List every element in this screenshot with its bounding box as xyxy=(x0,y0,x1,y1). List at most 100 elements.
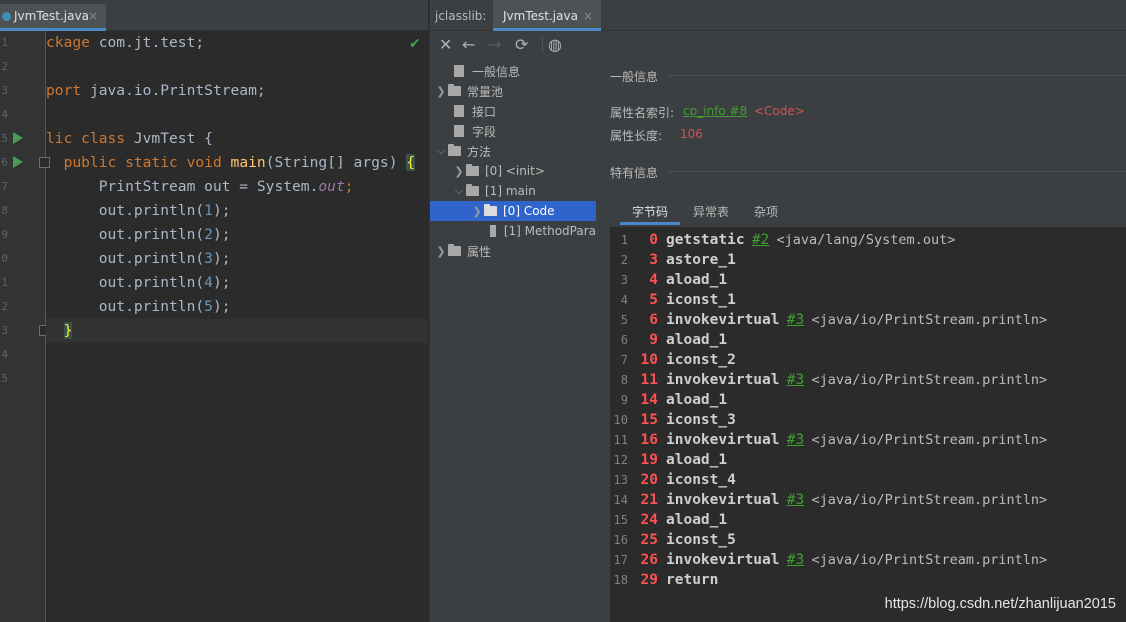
specific-info-title: 特有信息 xyxy=(610,166,659,180)
tab-bytecode[interactable]: 字节码 xyxy=(620,201,681,225)
tree-item-method-main[interactable]: ⌵ [1] main xyxy=(430,181,596,201)
tree-item-method-init[interactable]: ❯ [0] <init> xyxy=(430,161,596,181)
forward-icon[interactable]: → xyxy=(488,35,501,55)
code-line: out.println(2); xyxy=(46,226,231,243)
bytecode-line-number: 11 xyxy=(613,433,628,447)
bytecode-row: 13 20 iconst_4 xyxy=(610,470,736,490)
constant-pool-link[interactable]: #3 xyxy=(787,372,804,388)
file-icon xyxy=(490,225,496,237)
bytecode-listing[interactable]: 1 0 getstatic #2 <java/lang/System.out> 2 3 a… xyxy=(610,227,1126,622)
bytecode-opcode: aload_1 xyxy=(666,332,728,348)
watermark: https://blog.csdn.net/zhanlijuan2015 xyxy=(884,596,1116,612)
chevron-right-icon[interactable]: ❯ xyxy=(452,165,466,178)
constant-pool-link[interactable]: #3 xyxy=(787,552,804,568)
class-structure-tree[interactable]: 一般信息 ❯ 常量池 接口 字段 ⌵ 方法 ❯ [0] <init> ⌵ [1]… xyxy=(430,59,596,622)
bytecode-offset: 5 xyxy=(649,292,658,308)
editor-tab-jvmtest[interactable]: JvmTest.java × xyxy=(0,4,106,31)
constant-pool-link[interactable]: #3 xyxy=(787,432,804,448)
name-index-value: <Code> xyxy=(754,104,805,118)
code-line: out.println(5); xyxy=(46,298,231,315)
panel-toolbar: ✕ ← → ⟳ ◍ xyxy=(430,31,1126,59)
line-number: 2 xyxy=(1,60,8,73)
bytecode-line-number: 4 xyxy=(620,293,628,307)
bytecode-offset: 20 xyxy=(640,472,658,488)
bytecode-row: 1 0 getstatic #2 <java/lang/System.out> xyxy=(610,230,956,250)
bytecode-offset: 19 xyxy=(640,452,658,468)
tree-item-methods[interactable]: ⌵ 方法 xyxy=(430,141,596,161)
constant-pool-link[interactable]: #3 xyxy=(787,492,804,508)
back-icon[interactable]: ← xyxy=(462,35,475,55)
tree-item-general[interactable]: 一般信息 xyxy=(430,61,596,81)
line-gutter: 1 2 3 4 5 6 7 8 9 0 1 2 3 4 5 xyxy=(0,31,50,622)
bytecode-line-number: 10 xyxy=(613,413,628,427)
bytecode-opcode: invokevirtual xyxy=(666,492,780,508)
bytecode-offset: 4 xyxy=(649,272,658,288)
bytecode-offset: 26 xyxy=(640,552,658,568)
bytecode-line-number: 12 xyxy=(613,453,628,467)
tree-item-constant-pool[interactable]: ❯ 常量池 xyxy=(430,81,596,101)
line-number: 9 xyxy=(1,228,8,241)
bytecode-comment: <java/lang/System.out> xyxy=(776,232,956,248)
tab-misc[interactable]: 杂项 xyxy=(742,201,790,225)
code-editor[interactable]: JvmTest.java × 1 2 3 4 5 6 7 8 9 0 1 2 3… xyxy=(0,0,428,622)
bytecode-row: 15 24 aload_1 xyxy=(610,510,728,530)
close-icon[interactable]: × xyxy=(88,9,98,23)
chevron-right-icon[interactable]: ❯ xyxy=(434,85,448,98)
code-area[interactable]: ckage com.jt.test; port java.io.PrintStr… xyxy=(46,31,428,622)
bytecode-row: 18 29 return xyxy=(610,570,719,590)
bytecode-row: 9 14 aload_1 xyxy=(610,390,727,410)
code-line: out.println(1); xyxy=(46,202,231,219)
panel-tab-jvmtest[interactable]: JvmTest.java × xyxy=(493,0,601,31)
current-line-highlight xyxy=(46,319,428,343)
file-icon xyxy=(454,125,464,137)
java-class-icon xyxy=(2,11,11,21)
folder-icon xyxy=(448,244,461,256)
bytecode-row: 2 3 astore_1 xyxy=(610,250,736,270)
chevron-right-icon[interactable]: ❯ xyxy=(470,205,484,218)
bytecode-line-number: 18 xyxy=(613,573,628,587)
folder-icon xyxy=(484,204,497,216)
bytecode-line-number: 8 xyxy=(620,373,628,387)
bytecode-row: 16 25 iconst_5 xyxy=(610,530,736,550)
constant-pool-link[interactable]: #2 xyxy=(752,232,769,248)
bytecode-opcode: iconst_4 xyxy=(666,472,736,488)
bytecode-row: 5 6 invokevirtual #3 <java/io/PrintStream.… xyxy=(610,310,1047,330)
run-main-icon[interactable] xyxy=(13,156,23,168)
tab-exception-table[interactable]: 异常表 xyxy=(681,201,741,225)
chevron-down-icon[interactable]: ⌵ xyxy=(434,144,448,158)
constant-pool-link[interactable]: #3 xyxy=(787,312,804,328)
tree-item-code[interactable]: ❯ [0] Code xyxy=(430,201,596,221)
bytecode-line-number: 13 xyxy=(613,473,628,487)
bytecode-row: 11 16 invokevirtual #3 <java/io/PrintStrea… xyxy=(610,430,1048,450)
bytecode-row: 14 21 invokevirtual #3 <java/io/PrintStrea… xyxy=(610,490,1048,510)
browser-icon[interactable]: ◍ xyxy=(548,35,562,55)
tree-item-fields[interactable]: 字段 xyxy=(430,121,596,141)
run-class-icon[interactable] xyxy=(13,132,23,144)
bytecode-opcode: return xyxy=(666,572,719,588)
bytecode-offset: 0 xyxy=(649,232,658,248)
folder-icon xyxy=(466,164,479,176)
tree-item-attributes[interactable]: ❯ 属性 xyxy=(430,241,596,261)
panel-tab-bar: jclasslib: JvmTest.java × xyxy=(430,0,1126,31)
close-icon[interactable]: × xyxy=(583,9,593,23)
attribute-length-value: 106 xyxy=(680,127,703,141)
bytecode-line-number: 14 xyxy=(613,493,628,507)
bytecode-opcode: iconst_5 xyxy=(666,532,736,548)
tree-item-method-parameters[interactable]: [1] MethodPara xyxy=(430,221,596,241)
name-index-link[interactable]: cp_info #8 xyxy=(683,104,747,118)
chevron-down-icon[interactable]: ⌵ xyxy=(452,184,466,198)
bytecode-line-number: 2 xyxy=(620,253,628,267)
jclasslib-panel: jclasslib: JvmTest.java × ✕ ← → ⟳ ◍ 一般信息… xyxy=(429,0,1126,622)
inspection-ok-icon[interactable]: ✔ xyxy=(409,36,421,52)
close-icon[interactable]: ✕ xyxy=(439,35,452,55)
tree-item-interfaces[interactable]: 接口 xyxy=(430,101,596,121)
bytecode-line-number: 15 xyxy=(613,513,628,527)
chevron-right-icon[interactable]: ❯ xyxy=(434,245,448,258)
code-line: } xyxy=(63,322,73,339)
refresh-icon[interactable]: ⟳ xyxy=(515,35,528,55)
bytecode-offset: 3 xyxy=(649,252,658,268)
bytecode-line-number: 7 xyxy=(620,353,628,367)
line-number: 6 xyxy=(1,156,8,169)
folder-icon xyxy=(466,184,479,196)
bytecode-line-number: 5 xyxy=(620,313,628,327)
